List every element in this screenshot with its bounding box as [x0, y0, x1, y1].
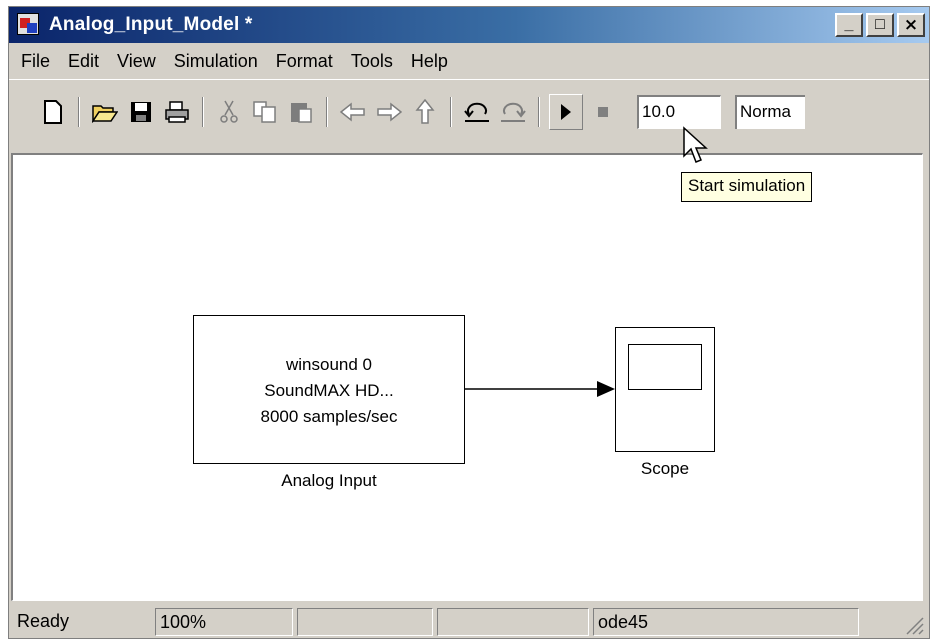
print-icon[interactable]: [161, 96, 193, 128]
open-icon[interactable]: [89, 96, 121, 128]
menu-help[interactable]: Help: [402, 51, 457, 72]
start-simulation-tooltip: Start simulation: [681, 172, 813, 202]
up-icon[interactable]: [409, 96, 441, 128]
simulink-app-icon: [17, 13, 41, 37]
stop-time-input[interactable]: 10.0: [637, 95, 721, 129]
status-zoom: 100%: [155, 607, 293, 636]
toolbar: 10.0 Norma: [9, 79, 929, 157]
stop-simulation-button[interactable]: [587, 96, 619, 128]
window-title: Analog_Input_Model *: [49, 14, 253, 35]
minimize-button[interactable]: _: [835, 13, 863, 37]
model-canvas[interactable]: winsound 0 SoundMAX HD... 8000 samples/s…: [11, 153, 923, 601]
status-field-3: [297, 607, 433, 636]
signal-line[interactable]: [13, 155, 925, 603]
status-field-4: [437, 607, 589, 636]
new-icon[interactable]: [37, 96, 69, 128]
close-button[interactable]: ×: [897, 13, 925, 37]
menu-edit[interactable]: Edit: [59, 51, 108, 72]
cut-icon[interactable]: [213, 96, 245, 128]
mouse-cursor-icon: [683, 126, 708, 163]
save-icon[interactable]: [125, 96, 157, 128]
toolbar-separator: [326, 97, 328, 127]
menu-tools[interactable]: Tools: [342, 51, 402, 72]
stop-icon: [598, 107, 608, 117]
menu-file[interactable]: File: [12, 51, 59, 72]
forward-icon[interactable]: [373, 96, 405, 128]
toolbar-separator: [538, 97, 540, 127]
start-icon: [561, 104, 571, 120]
paste-icon[interactable]: [285, 96, 317, 128]
toolbar-separator: [202, 97, 204, 127]
menu-view[interactable]: View: [108, 51, 165, 72]
status-solver: ode45: [593, 607, 859, 636]
scope-block[interactable]: [615, 327, 715, 452]
resize-grip-icon[interactable]: [903, 614, 925, 636]
simulation-mode-select[interactable]: Norma: [735, 95, 805, 129]
caption-buttons: _ □ ×: [832, 13, 925, 37]
status-bar: Ready 100% ode45: [9, 605, 929, 638]
menu-bar: File Edit View Simulation Format Tools H…: [9, 45, 929, 77]
start-simulation-button[interactable]: [549, 94, 583, 130]
copy-icon[interactable]: [249, 96, 281, 128]
redo-icon[interactable]: [497, 96, 529, 128]
menu-format[interactable]: Format: [267, 51, 342, 72]
model-window: Analog_Input_Model * _ □ × File Edit Vie…: [8, 6, 930, 639]
status-ready: Ready: [17, 611, 70, 631]
scope-label: Scope: [640, 459, 690, 478]
scope-screen-icon: [628, 344, 702, 390]
toolbar-separator: [78, 97, 80, 127]
toolbar-separator: [450, 97, 452, 127]
menu-simulation[interactable]: Simulation: [165, 51, 267, 72]
undo-icon[interactable]: [461, 96, 493, 128]
title-bar[interactable]: Analog_Input_Model * _ □ ×: [9, 7, 929, 43]
maximize-button[interactable]: □: [866, 13, 894, 37]
back-icon[interactable]: [337, 96, 369, 128]
